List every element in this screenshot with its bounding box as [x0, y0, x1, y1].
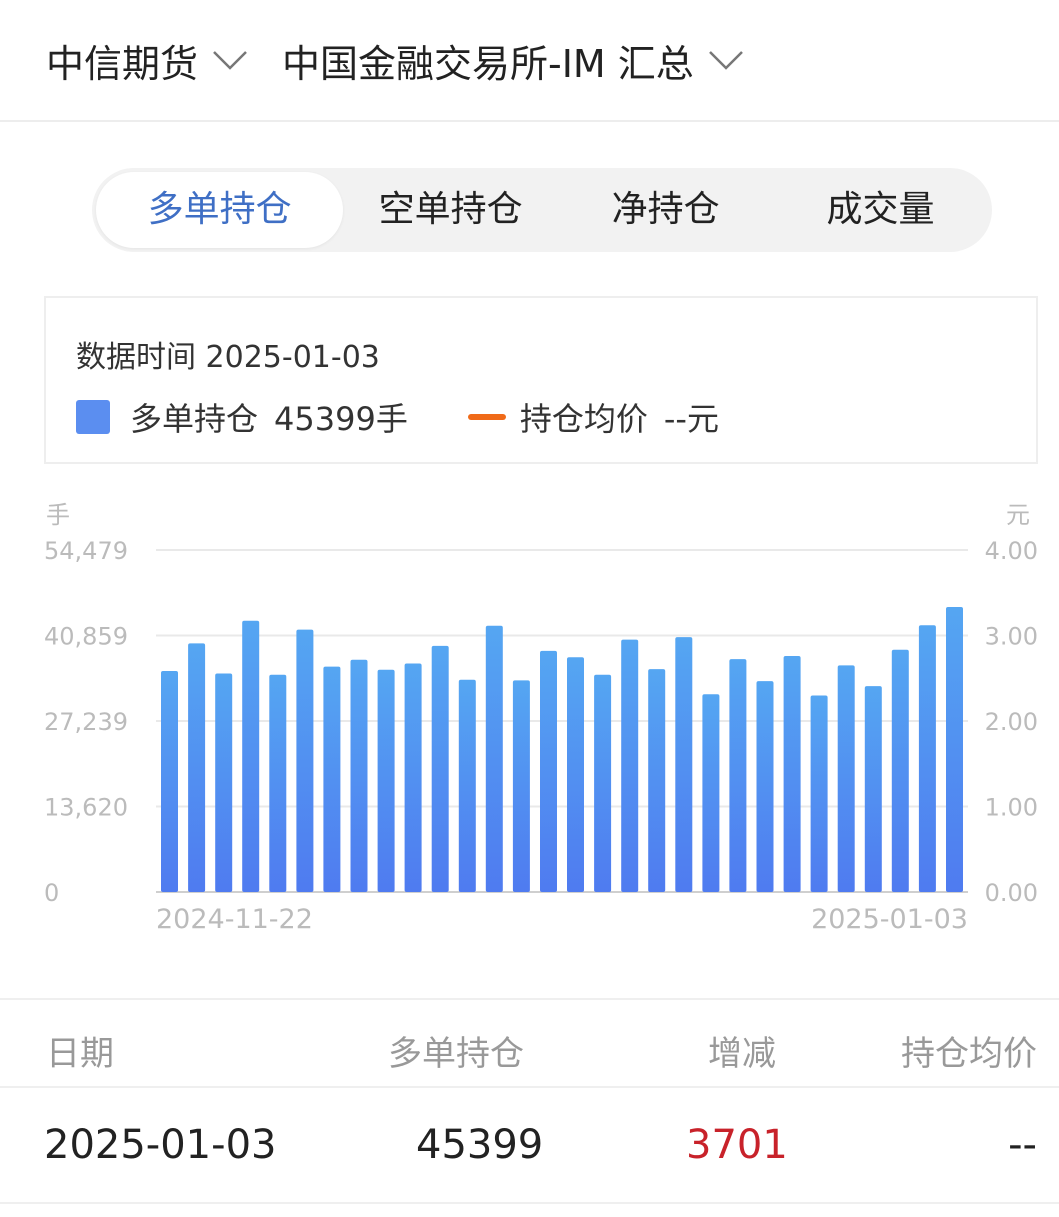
long-position-bar[interactable]: [918, 625, 936, 892]
y-tick-label-left: 54,479: [44, 537, 128, 565]
tab-net-position[interactable]: 净持仓: [558, 172, 773, 248]
row-change: 3701: [686, 1122, 788, 1168]
header-avg-price: 持仓均价: [901, 1034, 1037, 1074]
x-axis-end-label: 2025-01-03: [811, 904, 968, 935]
broker-label: 中信期货: [46, 41, 199, 86]
long-position-bar[interactable]: [242, 620, 260, 892]
long-position-bar[interactable]: [161, 671, 178, 892]
table-row[interactable]: 2025-01-03 45399 3701 --: [0, 1088, 1059, 1204]
long-position-bar[interactable]: [377, 669, 395, 892]
long-position-bar[interactable]: [323, 666, 341, 892]
long-position-bar[interactable]: [946, 607, 963, 892]
tab-bar: 多单持仓 空单持仓 净持仓 成交量: [92, 168, 992, 252]
long-position-bar[interactable]: [485, 625, 503, 892]
header: 中信期货 中国金融交易所-IM 汇总: [0, 0, 1059, 122]
bar-legend-swatch: [76, 400, 110, 434]
long-position-bar[interactable]: [702, 694, 720, 892]
tab-volume[interactable]: 成交量: [773, 172, 988, 248]
long-position-bar[interactable]: [458, 679, 476, 892]
long-position-bar[interactable]: [648, 669, 666, 892]
y-tick-label-left: 27,239: [44, 708, 128, 736]
header-date: 日期: [46, 1034, 114, 1074]
y-axis-unit-right: 元: [1006, 501, 1030, 529]
y-tick-label-right: 4.00: [985, 537, 1038, 565]
long-position-bar[interactable]: [296, 629, 314, 892]
long-position-bar[interactable]: [864, 686, 882, 892]
long-position-bar[interactable]: [756, 681, 774, 892]
x-axis-start-label: 2024-11-22: [156, 904, 313, 935]
legend-line-value: --元: [663, 400, 719, 438]
contract-selector[interactable]: 中国金融交易所-IM 汇总: [282, 33, 744, 88]
long-position-bar[interactable]: [431, 645, 449, 892]
long-position-bar[interactable]: [837, 665, 855, 892]
long-position-bar[interactable]: [540, 650, 557, 892]
row-long-position: 45399: [416, 1122, 544, 1168]
long-position-bar[interactable]: [729, 659, 747, 892]
y-axis-unit-left: 手: [46, 501, 70, 529]
long-position-bar[interactable]: [810, 695, 828, 893]
contract-label: 中国金融交易所-IM 汇总: [282, 41, 694, 86]
long-position-bar[interactable]: [675, 637, 693, 892]
row-avg-price: --: [1008, 1122, 1037, 1168]
row-date: 2025-01-03: [44, 1122, 277, 1168]
long-position-bar[interactable]: [621, 639, 639, 892]
header-change: 增减: [708, 1034, 776, 1074]
chart-info-box: 数据时间 2025-01-03 多单持仓 45399手 持仓均价 --元: [44, 296, 1038, 464]
chevron-down-icon: [708, 51, 743, 70]
long-position-bar[interactable]: [512, 680, 530, 892]
chart-legend: 多单持仓 45399手 持仓均价 --元: [76, 394, 719, 440]
y-tick-label-right: 2.00: [985, 708, 1038, 736]
table-header: 日期 多单持仓 增减 持仓均价: [0, 998, 1059, 1088]
long-position-bar[interactable]: [188, 643, 206, 892]
y-tick-label-left: 40,859: [44, 623, 128, 651]
long-position-bar-chart: 手 元 54,479 40,859 27,239 13,620 0 4.00 3.00 2.…: [44, 501, 1038, 935]
long-position-bar[interactable]: [350, 659, 368, 892]
data-time: 数据时间 2025-01-03: [76, 340, 380, 375]
line-legend-swatch: [467, 414, 506, 420]
y-tick-label-right: 3.00: [985, 623, 1038, 651]
long-position-bar[interactable]: [404, 663, 422, 893]
long-position-bar[interactable]: [594, 674, 612, 892]
long-position-bar[interactable]: [269, 674, 287, 892]
header-long-position: 多单持仓: [388, 1034, 524, 1074]
legend-bar-name: 多单持仓: [130, 400, 259, 438]
tab-long-position[interactable]: 多单持仓: [96, 172, 344, 248]
tab-short-position[interactable]: 空单持仓: [343, 172, 558, 248]
broker-selector[interactable]: 中信期货: [46, 33, 248, 88]
long-position-bar[interactable]: [215, 673, 233, 893]
y-tick-label-right: 0.00: [985, 879, 1038, 907]
legend-bar-value: 45399手: [274, 400, 408, 438]
y-tick-label-right: 1.00: [985, 794, 1038, 822]
y-tick-label-left: 13,620: [44, 794, 128, 822]
y-tick-label-left: 0: [44, 879, 59, 907]
legend-line-name: 持仓均价: [519, 400, 648, 438]
long-position-bar[interactable]: [567, 657, 584, 892]
chevron-down-icon: [213, 51, 247, 70]
long-position-bar[interactable]: [891, 649, 909, 892]
long-position-bar[interactable]: [783, 656, 801, 892]
